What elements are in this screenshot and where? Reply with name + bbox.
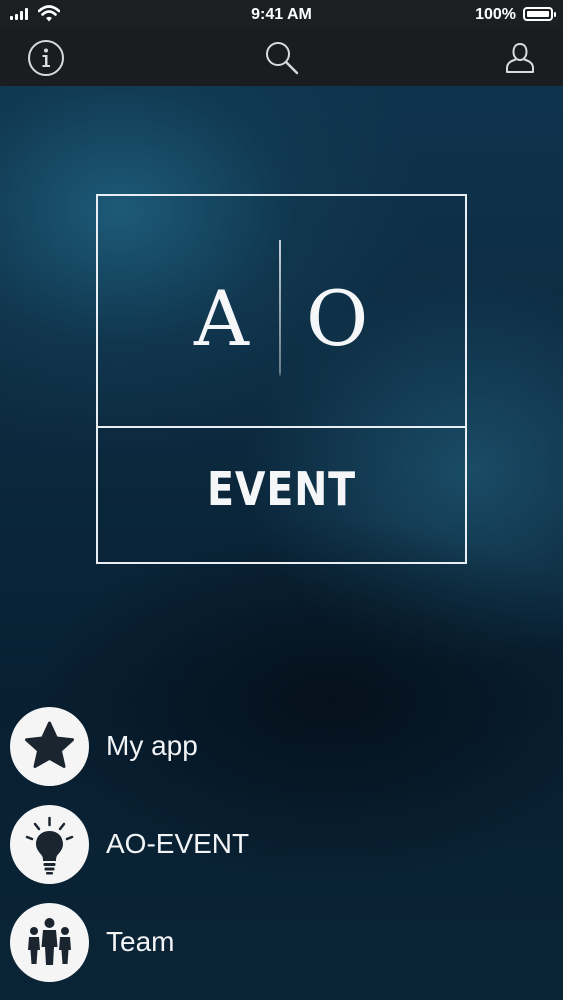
menu-icon-circle (10, 804, 89, 884)
logo-event-word: EVENT (206, 462, 357, 516)
status-bar: 9:41 AM 100% (0, 0, 563, 30)
menu-item-label: My app (106, 730, 198, 761)
menu-item-label: Team (106, 926, 175, 957)
logo-letter-o: O (306, 274, 369, 363)
profile-button[interactable] (500, 38, 540, 78)
info-icon (28, 40, 64, 76)
search-button[interactable] (262, 38, 302, 78)
menu-item-team[interactable]: Team (10, 902, 430, 982)
battery-icon (523, 7, 556, 21)
team-icon (28, 917, 71, 965)
search-icon (266, 42, 299, 75)
menu-item-ao-event[interactable]: AO-EVENT (10, 804, 430, 884)
user-icon (506, 42, 534, 73)
ao-event-logo: A O EVENT (96, 194, 467, 564)
logo-monogram-panel: A O (98, 196, 465, 428)
logo-divider-line (279, 240, 281, 376)
info-button[interactable] (26, 38, 66, 78)
lightbulb-icon (25, 816, 74, 874)
menu-item-label: AO-EVENT (106, 828, 250, 859)
logo-letter-a: A (194, 274, 249, 363)
menu-item-my-app[interactable]: My app (10, 706, 430, 786)
star-icon (25, 721, 74, 768)
menu-icon-circle (10, 902, 89, 982)
menu-icon-circle (10, 706, 89, 786)
nav-bar (0, 30, 563, 86)
battery-percent: 100% (475, 6, 516, 23)
